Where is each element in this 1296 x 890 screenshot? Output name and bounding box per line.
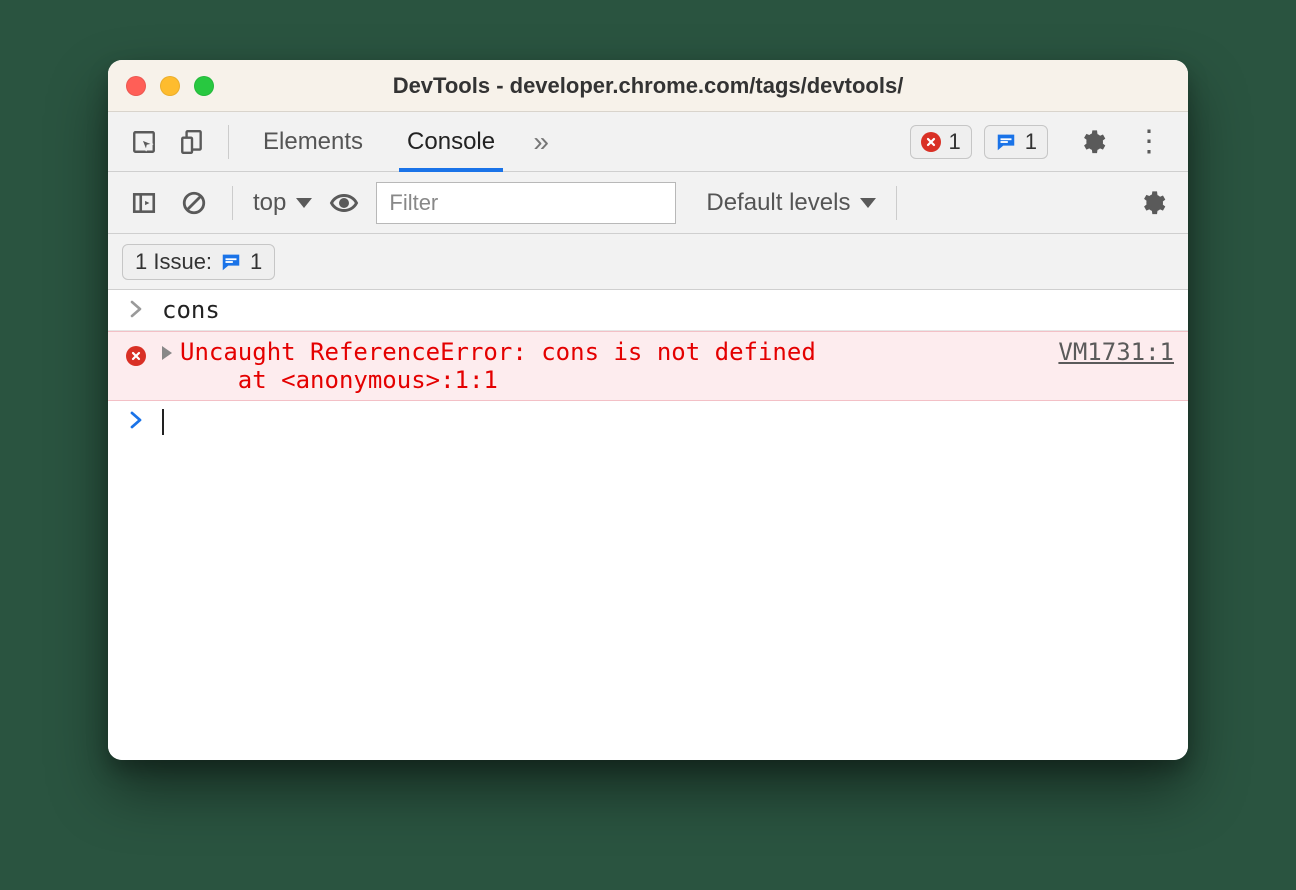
error-icon	[921, 132, 941, 152]
device-toolbar-icon[interactable]	[174, 124, 210, 160]
console-prompt-row[interactable]	[108, 401, 1188, 441]
console-issue-bar: 1 Issue: 1	[108, 234, 1188, 290]
devtools-tabstrip: Elements Console » 1 1 ⋮	[108, 112, 1188, 172]
console-input-text: cons	[162, 296, 1174, 324]
zoom-window-button[interactable]	[194, 76, 214, 96]
error-row-icon	[122, 338, 150, 366]
log-levels-selector[interactable]: Default levels	[706, 189, 876, 217]
error-count-badge[interactable]: 1	[910, 125, 972, 159]
more-tabs-icon[interactable]: »	[523, 124, 559, 160]
separator	[232, 186, 233, 220]
input-marker	[122, 296, 150, 318]
issue-count-badge[interactable]: 1	[984, 125, 1048, 159]
kebab-menu-icon[interactable]: ⋮	[1134, 124, 1164, 159]
console-settings-icon[interactable]	[1134, 185, 1170, 221]
prompt-marker	[122, 407, 150, 429]
issue-chip-label: 1 Issue:	[135, 249, 212, 275]
error-count-value: 1	[949, 129, 961, 155]
issue-count-value: 1	[1025, 129, 1037, 155]
console-input-echo-row: cons	[108, 290, 1188, 331]
log-levels-label: Default levels	[706, 189, 850, 217]
separator	[896, 186, 897, 220]
context-selector-label: top	[253, 189, 286, 217]
inspect-element-icon[interactable]	[126, 124, 162, 160]
console-output[interactable]: cons Uncaught ReferenceError: cons is no…	[108, 290, 1188, 760]
window-title: DevTools - developer.chrome.com/tags/dev…	[108, 73, 1188, 99]
clear-console-icon[interactable]	[176, 185, 212, 221]
error-source-link[interactable]: VM1731:1	[1058, 338, 1174, 366]
settings-icon[interactable]	[1074, 124, 1110, 160]
chevron-down-icon	[860, 198, 876, 208]
minimize-window-button[interactable]	[160, 76, 180, 96]
text-caret	[162, 409, 164, 435]
chevron-down-icon	[296, 198, 312, 208]
issue-chip[interactable]: 1 Issue: 1	[122, 244, 275, 280]
console-filter-input[interactable]	[376, 182, 676, 224]
window-titlebar: DevTools - developer.chrome.com/tags/dev…	[108, 60, 1188, 112]
live-expression-icon[interactable]	[326, 185, 362, 221]
context-selector[interactable]: top	[253, 189, 312, 217]
expand-error-icon[interactable]	[162, 346, 172, 360]
issue-chip-count: 1	[250, 249, 262, 275]
console-error-text: Uncaught ReferenceError: cons is not def…	[180, 338, 1026, 394]
devtools-window: DevTools - developer.chrome.com/tags/dev…	[108, 60, 1188, 760]
close-window-button[interactable]	[126, 76, 146, 96]
issue-icon	[220, 251, 242, 273]
console-toolbar: top Default levels	[108, 172, 1188, 234]
console-error-row: Uncaught ReferenceError: cons is not def…	[108, 331, 1188, 401]
console-prompt-input[interactable]	[162, 407, 1174, 435]
toggle-console-drawer-icon[interactable]	[126, 185, 162, 221]
tab-console-label: Console	[407, 128, 495, 156]
traffic-lights	[126, 76, 214, 96]
tab-elements[interactable]: Elements	[247, 112, 379, 171]
tab-console[interactable]: Console	[391, 112, 511, 171]
issue-icon	[995, 131, 1017, 153]
separator	[228, 125, 229, 159]
tab-elements-label: Elements	[263, 128, 363, 156]
